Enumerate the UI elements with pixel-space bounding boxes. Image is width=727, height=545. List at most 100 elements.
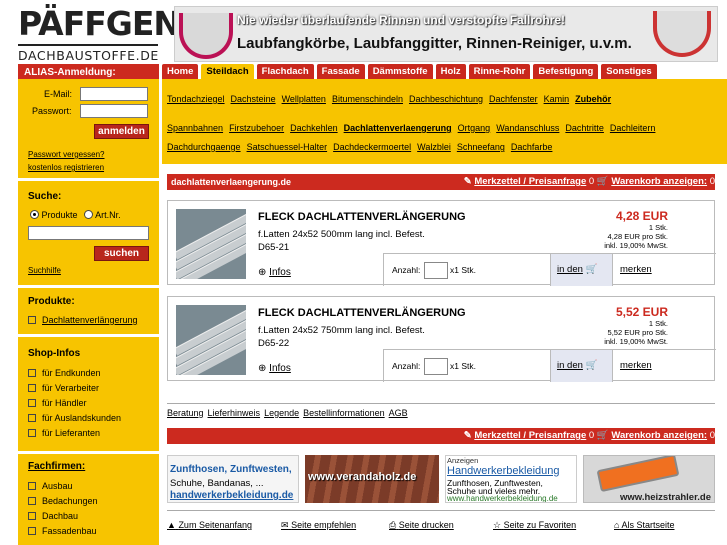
product-image[interactable] (176, 209, 246, 279)
info-link[interactable]: Lieferhinweis (208, 408, 261, 418)
subnav-link[interactable]: Bitumenschindeln (332, 94, 403, 104)
radio-artnr[interactable] (84, 210, 94, 219)
search-help-link[interactable]: Suchhilfe (28, 266, 61, 275)
price-block: 4,28 EUR 1 Stk. 4,28 EUR pro Stk. inkl. … (604, 209, 668, 250)
radio-products[interactable] (30, 210, 39, 219)
fachfirmen-item[interactable]: Dachbau (28, 509, 98, 524)
forgot-password-link[interactable]: Passwort vergessen? (28, 150, 104, 159)
subnav-link[interactable]: Dachleitern (610, 123, 656, 133)
product-title[interactable]: FLECK DACHLATTENVERLÄNGERUNG (258, 211, 466, 223)
ad-banner-clothing[interactable]: Zunfthosen, Zunftwesten, Schuhe, Bandana… (167, 455, 299, 503)
divider (18, 451, 159, 454)
subnav-link[interactable]: Spannbahnen (167, 123, 223, 133)
logo[interactable]: PÄFFGEN DACHBAUSTOFFE.DE (18, 6, 181, 63)
tab-steildach[interactable]: Steildach (201, 64, 254, 79)
merkzettel-link[interactable]: Merkzettel / Preisanfrage (474, 430, 586, 441)
tab-flachdach[interactable]: Flachdach (256, 64, 314, 79)
add-to-cart-button[interactable]: in den 🛒 (550, 254, 613, 286)
anzahl-label: Anzahl: (392, 361, 421, 371)
shopinfo-item[interactable]: für Verarbeiter (28, 381, 121, 396)
top-banner[interactable]: Nie wieder überlaufende Rinnen und verst… (174, 6, 718, 62)
remember-link[interactable]: merken (620, 360, 652, 371)
subnav-link[interactable]: Dachtritte (565, 123, 604, 133)
remember-link[interactable]: merken (620, 264, 652, 275)
register-link[interactable]: kostenlos registrieren (28, 163, 104, 172)
shopinfo-item[interactable]: für Auslandskunden (28, 411, 121, 426)
info-links: Beratung Lieferhinweis Legende Bestellinfor… (167, 408, 412, 418)
cart-links: ✎ Merkzettel / Preisanfrage 0 🛒 Warenkor… (464, 428, 715, 444)
infos-link[interactable]: ⊕ Infos (258, 363, 291, 374)
infos-link[interactable]: ⊕ Infos (258, 267, 291, 278)
to-top-link[interactable]: ▲ Zum Seitenanfang (167, 520, 252, 530)
warenkorb-link[interactable]: Warenkorb anzeigen: (611, 430, 707, 441)
fachfirmen-item[interactable]: Fassadenbau (28, 524, 98, 539)
subnav-link[interactable]: Kamin (544, 94, 570, 104)
email-field[interactable] (80, 87, 148, 101)
fachfirmen-item[interactable]: Bedachungen (28, 494, 98, 509)
subnav-link[interactable]: Dachkehlen (290, 123, 338, 133)
subnav-link[interactable]: Dachfenster (489, 94, 538, 104)
product-description: f.Latten 24x52 500mm lang incl. Befest. … (258, 229, 425, 253)
subnav-link-active[interactable]: Zubehör (575, 94, 611, 104)
product-title[interactable]: FLECK DACHLATTENVERLÄNGERUNG (258, 307, 466, 319)
fachfirmen-title[interactable]: Fachfirmen: (28, 461, 85, 472)
subnav-link[interactable]: Walzblei (417, 142, 451, 152)
subnav-link[interactable]: Dachfarbe (511, 142, 553, 152)
tab-daemmstoffe[interactable]: Dämmstoffe (367, 64, 433, 79)
qty-unit: x1 Stk. (450, 265, 476, 275)
tab-befestigung[interactable]: Befestigung (533, 64, 599, 79)
quantity-input[interactable] (424, 358, 448, 375)
subnav-link[interactable]: Dachbeschichtung (409, 94, 483, 104)
homepage-link[interactable]: ⌂ Als Startseite (614, 520, 674, 530)
subnav-link-active[interactable]: Dachlattenverlaengerung (344, 123, 452, 133)
banner-subline: Laubfangkörbe, Laubfanggitter, Rinnen-Re… (237, 35, 632, 52)
subnav-link[interactable]: Wandanschluss (496, 123, 559, 133)
subnav-link[interactable]: Dachdeckermoertel (333, 142, 411, 152)
print-link[interactable]: ⎙ Seite drucken (389, 520, 454, 531)
checkbox-icon (28, 384, 36, 392)
cart-icon: 🛒 (596, 430, 609, 441)
info-link[interactable]: AGB (389, 408, 408, 418)
shopinfo-item[interactable]: für Endkunden (28, 366, 121, 381)
ad-banner-text[interactable]: Anzeigen Handwerkerbekleidung Zunfthosen… (445, 455, 577, 503)
subnav-link[interactable]: Schneefang (457, 142, 505, 152)
recommend-link[interactable]: ✉ Seite empfehlen (281, 520, 356, 531)
subnav-link[interactable]: Tondachziegel (167, 94, 225, 104)
email-label: E-Mail: (44, 89, 73, 99)
tab-holz[interactable]: Holz (435, 64, 466, 79)
tab-fassade[interactable]: Fassade (316, 64, 365, 79)
login-button[interactable]: anmelden (94, 124, 149, 139)
subnav-link[interactable]: Wellplatten (282, 94, 326, 104)
search-button[interactable]: suchen (94, 246, 149, 261)
subnav-link[interactable]: Satschuessel-Halter (247, 142, 328, 152)
checkbox-icon (28, 429, 36, 437)
info-link[interactable]: Legende (264, 408, 299, 418)
product-image[interactable] (176, 305, 246, 375)
subnav-link[interactable]: Dachsteine (231, 94, 276, 104)
quantity-input[interactable] (424, 262, 448, 279)
fachfirmen-item[interactable]: Ausbau (28, 479, 98, 494)
warenkorb-link[interactable]: Warenkorb anzeigen: (611, 176, 707, 187)
info-link[interactable]: Beratung (167, 408, 204, 418)
tab-home[interactable]: Home (162, 64, 199, 79)
main-tabs: Home Steildach Flachdach Fassade Dämmsto… (162, 64, 660, 79)
subnav-link[interactable]: Ortgang (458, 123, 491, 133)
price-block: 5,52 EUR 1 Stk. 5,52 EUR pro Stk. inkl. … (604, 305, 668, 346)
favorites-link[interactable]: ☆ Seite zu Favoriten (493, 520, 576, 531)
subnav-link[interactable]: Firstzubehoer (229, 123, 284, 133)
ad-banner-heizstrahler[interactable]: www.heizstrahler.de (583, 455, 715, 503)
shopinfo-item[interactable]: für Händler (28, 396, 121, 411)
shopinfo-item[interactable]: für Lieferanten (28, 426, 121, 441)
subnav-link[interactable]: Dachdurchgaenge (167, 142, 241, 152)
product-item[interactable]: Dachlattenverlängerung (28, 315, 138, 325)
add-to-cart-button[interactable]: in den 🛒 (550, 350, 613, 382)
password-field[interactable] (80, 104, 148, 118)
ad-banner-verandaholz[interactable]: www.verandaholz.de (305, 455, 439, 503)
checkbox-icon (28, 527, 36, 535)
tab-sonstiges[interactable]: Sonstiges (601, 64, 657, 79)
search-input[interactable] (28, 226, 149, 240)
warenkorb-count: 0 (709, 176, 715, 187)
tab-rinne-rohr[interactable]: Rinne-Rohr (468, 64, 531, 79)
merkzettel-link[interactable]: Merkzettel / Preisanfrage (474, 176, 586, 187)
info-link[interactable]: Bestellinformationen (303, 408, 385, 418)
